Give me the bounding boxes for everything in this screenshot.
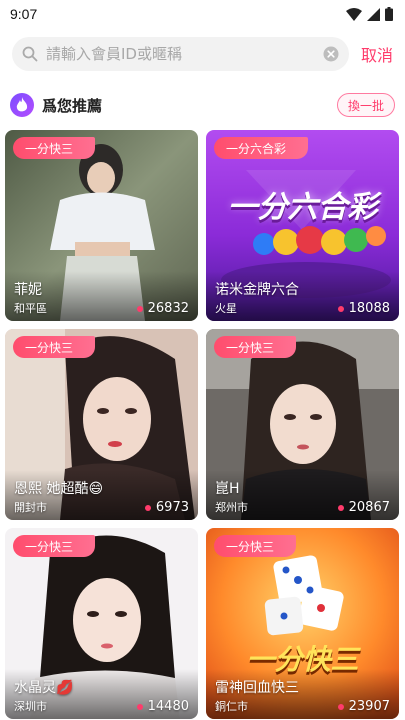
live-dot-icon: [144, 504, 151, 511]
cancel-button[interactable]: 取消: [361, 42, 393, 66]
wifi-icon: [346, 7, 362, 21]
clear-icon[interactable]: [323, 46, 339, 62]
room-card[interactable]: 一分快三 恩熙 她超酷😄 開封市 6973: [5, 329, 198, 520]
refresh-button[interactable]: 換一批: [336, 93, 395, 117]
status-bar: 9:07: [0, 0, 405, 28]
recommend-grid: 一分快三 菲妮 和平區 26832 一分六合彩 一分六合彩 诺米金牌六合 火星 …: [5, 130, 400, 719]
room-card[interactable]: 一分快三 崑H 郑州市 20867: [206, 329, 399, 520]
viewer-count-value: 6973: [155, 500, 189, 515]
live-dot-icon: [337, 703, 344, 710]
card-info: 菲妮 和平區 26832: [5, 271, 198, 321]
flame-icon: [10, 93, 34, 117]
card-location: 和平區: [14, 302, 47, 315]
live-dot-icon: [136, 305, 143, 312]
card-location: 火星: [215, 302, 237, 315]
signal-icon: [367, 7, 380, 21]
viewer-count-value: 26832: [147, 301, 189, 316]
card-location: 郑州市: [215, 501, 248, 514]
live-dot-icon: [136, 703, 143, 710]
viewer-count: 23907: [337, 699, 390, 714]
viewer-count: 20867: [337, 500, 390, 515]
card-location: 開封市: [14, 501, 47, 514]
search-input[interactable]: [46, 45, 323, 63]
search-box[interactable]: [12, 37, 349, 71]
card-name: 菲妮: [14, 282, 42, 298]
card-info: 雷神回血快三 銅仁市 23907: [206, 669, 399, 719]
game-tag: 一分快三: [13, 137, 96, 159]
game-tag: 一分快三: [13, 336, 96, 358]
card-name: 雷神回血快三: [215, 680, 299, 696]
live-dot-icon: [337, 504, 344, 511]
card-name: 恩熙 她超酷😄: [14, 481, 104, 497]
game-tag: 一分快三: [214, 336, 297, 358]
section-title-group: 爲您推薦: [10, 93, 102, 117]
card-info: 水晶灵💋 深圳市 14480: [5, 669, 198, 719]
viewer-count: 14480: [136, 699, 189, 714]
live-dot-icon: [337, 305, 344, 312]
card-location: 深圳市: [14, 700, 47, 713]
card-info: 崑H 郑州市 20867: [206, 470, 399, 520]
game-tag: 一分快三: [13, 535, 96, 557]
room-card[interactable]: 一分六合彩 一分六合彩 诺米金牌六合 火星 18088: [206, 130, 399, 321]
status-time: 9:07: [10, 6, 38, 22]
search-row: 取消: [12, 36, 397, 72]
search-icon: [22, 46, 38, 62]
card-name: 水晶灵💋: [14, 680, 74, 696]
section-title: 爲您推薦: [42, 96, 103, 115]
card-info: 恩熙 她超酷😄 開封市 6973: [5, 470, 198, 520]
viewer-count-value: 23907: [348, 699, 390, 714]
room-card[interactable]: 一分快三 一分快三 雷神回血快三 銅仁市 23907: [206, 528, 399, 719]
viewer-count: 18088: [337, 301, 390, 316]
viewer-count-value: 14480: [147, 699, 189, 714]
card-info: 诺米金牌六合 火星 18088: [206, 271, 399, 321]
section-header: 爲您推薦 換一批: [10, 90, 395, 120]
viewer-count-value: 20867: [348, 500, 390, 515]
game-tag: 一分快三: [214, 535, 297, 557]
battery-icon: [385, 7, 393, 21]
room-card[interactable]: 一分快三 水晶灵💋 深圳市 14480: [5, 528, 198, 719]
viewer-count-value: 18088: [348, 301, 390, 316]
viewer-count: 26832: [136, 301, 189, 316]
viewer-count: 6973: [144, 500, 189, 515]
game-tag: 一分六合彩: [214, 137, 309, 159]
card-name: 崑H: [215, 481, 240, 497]
card-name: 诺米金牌六合: [215, 282, 299, 298]
room-card[interactable]: 一分快三 菲妮 和平區 26832: [5, 130, 198, 321]
lottery-banner-title: 一分六合彩: [227, 190, 378, 225]
card-location: 銅仁市: [215, 700, 248, 713]
status-icons: [346, 7, 393, 21]
